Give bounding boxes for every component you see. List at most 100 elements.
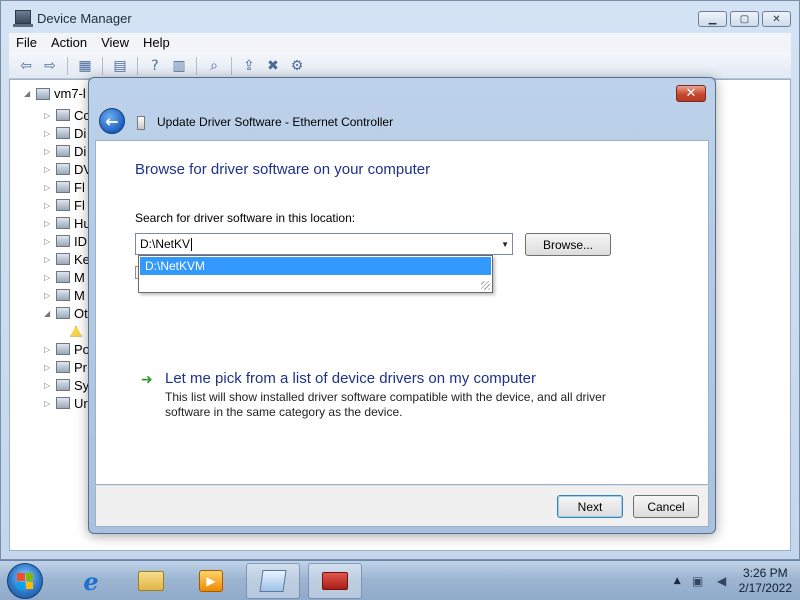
expand-arrow-icon[interactable]: ▷ [44,255,52,264]
toolbar: ⇦ ⇨ ▦ ▤ ? ▥ ⌕ ⇪ ✖ ⚙ [9,53,791,79]
system-tray: ▲ ▣ ◀ 3:26 PM 2/17/2022 [674,565,792,597]
enable-device-icon[interactable]: ⚙ [288,57,306,75]
tree-item[interactable]: ▷ Fl [44,178,92,196]
menu-view[interactable]: View [94,33,136,53]
tree-item-label: Ur [74,395,88,411]
taskbar-device-manager[interactable] [308,563,362,599]
tree-item-label: Sy [74,377,90,393]
back-button[interactable]: ← [99,108,125,134]
green-arrow-icon: ➜ [141,372,153,388]
expand-arrow-icon[interactable]: ▷ [44,129,52,138]
tree-item[interactable]: ▷ Co [44,106,92,124]
properties-icon[interactable]: ▤ [111,57,129,75]
uninstall-icon[interactable]: ✖ [264,57,282,75]
tree-item-label: Di [74,143,87,159]
path-input-value[interactable]: D:\NetKV [140,237,190,251]
help-icon[interactable]: ? [146,57,164,75]
show-hidden-icons-arrow-icon[interactable]: ▲ [674,576,681,586]
back-arrow-icon[interactable]: ⇦ [17,57,35,75]
device-category-icon [56,145,70,157]
expand-arrow-icon[interactable]: ▷ [44,291,52,300]
volume-muted-icon[interactable]: ◀ [715,574,729,588]
collapse-arrow-icon[interactable]: ◢ [24,89,32,98]
collapse-arrow-icon[interactable]: ◢ [44,309,52,318]
forward-arrow-icon[interactable]: ⇨ [41,57,59,75]
tree-item[interactable]: ▷ ID [44,232,92,250]
tree-item-label: Di [74,125,87,141]
tree-item[interactable]: ▷ Di [44,124,92,142]
toolbar-separator [196,56,197,75]
cancel-button[interactable]: Cancel [633,495,699,518]
taskbar-internet-explorer[interactable]: e [64,563,118,599]
expand-arrow-icon[interactable]: ▷ [44,399,52,408]
tree-item-label: Ot [74,305,88,321]
autocomplete-item[interactable]: D:\NetKVM [140,257,491,275]
folder-icon [138,571,164,591]
tree-item[interactable]: ▷ Fl [44,196,92,214]
tree-item[interactable]: ▷ Di [44,142,92,160]
close-button[interactable]: ✕ [762,11,791,27]
maximize-button[interactable]: ▢ [730,11,759,27]
dm-titlebar[interactable]: Device Manager ▁ ▢ ✕ [1,1,799,33]
clock[interactable]: 3:26 PM 2/17/2022 [739,566,792,596]
menu-bar: File Action View Help [9,33,791,53]
expand-arrow-icon[interactable]: ▷ [44,165,52,174]
tree-item[interactable]: ▷ Ur [44,394,92,412]
pick-from-list-option[interactable]: ➜ Let me pick from a list of device driv… [141,370,615,420]
expand-arrow-icon[interactable]: ▷ [44,381,52,390]
menu-help[interactable]: Help [136,33,177,53]
menu-action[interactable]: Action [44,33,94,53]
tree-item[interactable]: ◢ Ot [44,304,92,322]
update-driver-icon[interactable]: ⇪ [240,57,258,75]
scan-hardware-icon[interactable]: ⌕ [205,57,223,75]
dialog-body: Browse for driver software on your compu… [95,140,709,485]
taskbar-notepad[interactable] [246,563,300,599]
tree-item[interactable]: ▷ Sy [44,376,92,394]
expand-arrow-icon[interactable]: ▷ [44,237,52,246]
expand-arrow-icon[interactable]: ▷ [44,201,52,210]
tree-item[interactable]: ▷ Po [44,340,92,358]
resize-grip-icon[interactable] [481,281,490,290]
start-button[interactable] [7,563,43,599]
dropdown-arrow-icon[interactable]: ▼ [501,240,509,249]
expand-arrow-icon[interactable]: ▷ [44,183,52,192]
pick-from-list-title[interactable]: Let me pick from a list of device driver… [165,370,615,387]
device-category-icon [56,217,70,229]
next-button[interactable]: Next [557,495,623,518]
tree-item[interactable]: ▷ DV [44,160,92,178]
tree-item[interactable]: ▷ Hu [44,214,92,232]
tree-root[interactable]: ◢ vm7-l [24,86,86,101]
browse-button[interactable]: Browse... [525,233,611,256]
back-arrow-icon: ← [105,111,119,131]
dialog-close-button[interactable]: ✕ [676,85,706,102]
expand-arrow-icon[interactable]: ▷ [44,219,52,228]
device-category-icon [56,199,70,211]
tree-item-unknown-device[interactable] [44,322,92,340]
expand-arrow-icon[interactable]: ▷ [44,345,52,354]
taskbar-windows-explorer[interactable] [124,563,178,599]
expand-arrow-icon[interactable]: ▷ [44,147,52,156]
device-category-icon [56,307,70,319]
path-combobox[interactable]: D:\NetKV ▼ [135,233,513,255]
action-pane-icon[interactable]: ▥ [170,57,188,75]
tree-item-label: M [74,287,85,303]
console-tree-icon[interactable]: ▦ [76,57,94,75]
tree-list: ▷ Co ▷ Di ▷ Di ▷ DV ▷ Fl ▷ Fl ▷ Hu ▷ ID ▷ Ke ▷ M ▷… [44,106,92,412]
expand-arrow-icon[interactable]: ▷ [44,273,52,282]
tree-item[interactable]: ▷ M [44,286,92,304]
tree-item[interactable]: ▷ M [44,268,92,286]
tree-item[interactable]: ▷ Ke [44,250,92,268]
device-category-icon [56,253,70,265]
minimize-button[interactable]: ▁ [698,11,727,27]
taskbar-media-player[interactable]: ▶ [184,563,238,599]
toolbar-separator [67,56,68,75]
tree-item[interactable]: ▷ Pr [44,358,92,376]
network-icon[interactable]: ▣ [691,574,705,588]
expand-arrow-icon[interactable]: ▷ [44,363,52,372]
pick-from-list-text: Let me pick from a list of device driver… [165,370,615,420]
autocomplete-dropdown: D:\NetKVM [138,255,493,293]
device-category-icon [56,289,70,301]
tree-item-label: ID [74,233,87,249]
expand-arrow-icon[interactable]: ▷ [44,111,52,120]
menu-file[interactable]: File [9,33,44,53]
